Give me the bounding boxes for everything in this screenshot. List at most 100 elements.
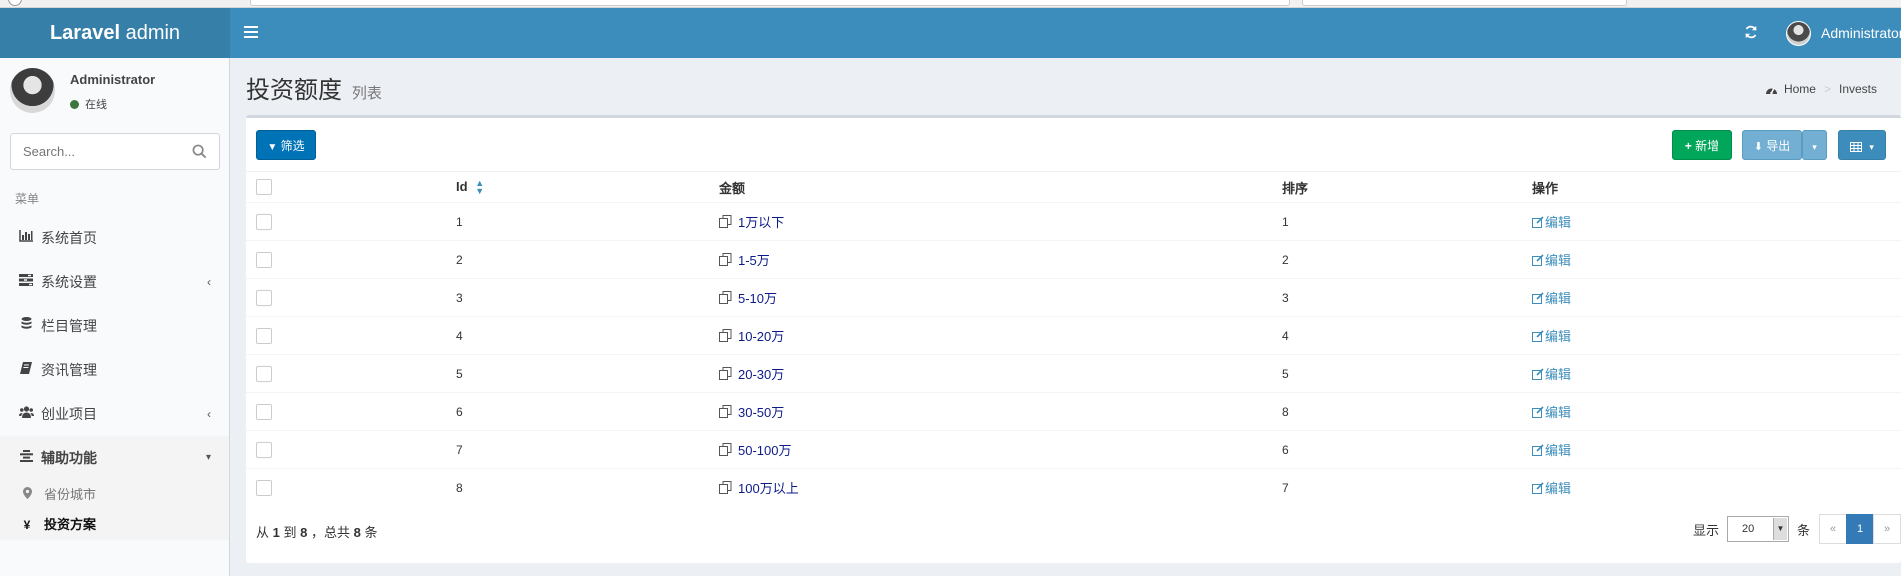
bar-chart-icon: [18, 216, 34, 260]
sidebar-toggle-icon[interactable]: [240, 23, 262, 43]
select-all-checkbox[interactable]: [256, 179, 272, 196]
row-checkbox[interactable]: [256, 327, 272, 344]
export-button[interactable]: ⬇ 导出: [1742, 130, 1802, 160]
edit-link[interactable]: 编辑: [1532, 478, 1571, 497]
table-icon: [1850, 141, 1863, 152]
cell-amount: 20-30万: [719, 354, 1282, 393]
amount-link[interactable]: 20-30万: [719, 364, 784, 383]
cell-id: 1: [456, 202, 719, 241]
amount-link[interactable]: 1万以下: [719, 212, 784, 231]
refresh-icon[interactable]: [1744, 25, 1760, 41]
cell-id: 8: [456, 468, 719, 507]
menu-header: 菜单: [15, 192, 40, 206]
cell-action: 编辑: [1532, 240, 1901, 279]
user-menu[interactable]: Administrator: [1786, 8, 1901, 58]
align-center-icon: [18, 436, 34, 480]
edit-link[interactable]: 编辑: [1532, 288, 1571, 307]
amount-label: 5-10万: [738, 291, 778, 306]
sidebar-item-tools[interactable]: 辅助功能 ▾: [0, 436, 229, 480]
edit-link[interactable]: 编辑: [1532, 212, 1571, 231]
avatar: [1786, 20, 1811, 46]
amount-label: 100万以上: [738, 481, 799, 497]
export-dropdown-button[interactable]: ▾: [1802, 130, 1827, 160]
browser-button[interactable]: [8, 0, 22, 6]
page-button[interactable]: 1: [1846, 514, 1874, 544]
cell-sort: 7: [1282, 468, 1532, 507]
users-icon: [18, 392, 34, 436]
filter-icon: ▼: [267, 142, 278, 153]
yen-icon: ¥: [23, 518, 31, 532]
address-bar[interactable]: [250, 0, 1290, 6]
row-checkbox[interactable]: [256, 479, 272, 496]
sidebar-item-dashboard[interactable]: 系统首页: [0, 216, 229, 260]
edit-link[interactable]: 编辑: [1532, 250, 1571, 269]
row-checkbox[interactable]: [256, 251, 272, 268]
prev-page-button[interactable]: «: [1819, 514, 1847, 544]
amount-label: 1万以下: [738, 215, 785, 230]
per-page-unit: 条: [1796, 522, 1810, 538]
online-status: 在线: [70, 96, 107, 112]
copy-icon: [719, 329, 732, 342]
filter-button[interactable]: ▼ 筛选: [256, 130, 316, 160]
row-checkbox[interactable]: [256, 213, 272, 230]
amount-link[interactable]: 10-20万: [719, 326, 784, 345]
sort-icon[interactable]: ▲ ▼: [475, 179, 484, 196]
edit-label: 编辑: [1545, 215, 1572, 230]
logo[interactable]: Laravel admin: [0, 8, 230, 58]
cell-amount: 100万以上: [719, 468, 1282, 507]
sidebar-item-columns[interactable]: 栏目管理: [0, 304, 229, 348]
row-checkbox[interactable]: [256, 403, 272, 420]
edit-link[interactable]: 编辑: [1532, 402, 1571, 421]
amount-link[interactable]: 100万以上: [719, 478, 799, 497]
edit-link[interactable]: 编辑: [1532, 326, 1571, 345]
cell-action: 编辑: [1532, 316, 1901, 355]
edit-icon: [1532, 215, 1544, 228]
row-checkbox[interactable]: [256, 441, 272, 458]
copy-icon: [719, 405, 732, 418]
sidebar-user-name: Administrator: [70, 72, 156, 87]
sidebar-subitem-invest-plans[interactable]: ¥ 投资方案: [0, 510, 229, 540]
breadcrumb-home[interactable]: Home: [1784, 82, 1816, 96]
breadcrumb: Home > Invests: [1765, 82, 1877, 96]
amount-link[interactable]: 1-5万: [719, 250, 770, 269]
columns-button[interactable]: ▾: [1838, 130, 1886, 160]
per-page-select[interactable]: 20 ▼: [1726, 516, 1789, 542]
row-checkbox[interactable]: [256, 289, 272, 306]
cell-id: 2: [456, 240, 719, 279]
sidebar-item-news[interactable]: 资讯管理: [0, 348, 229, 392]
cell-amount: 1万以下: [719, 202, 1282, 241]
amount-link[interactable]: 50-100万: [719, 440, 791, 459]
cell-sort: 3: [1282, 278, 1532, 317]
edit-link[interactable]: 编辑: [1532, 364, 1571, 383]
database-icon: [18, 304, 34, 348]
new-button[interactable]: + 新增: [1672, 130, 1732, 160]
search-icon[interactable]: [192, 144, 207, 159]
amount-link[interactable]: 30-50万: [719, 402, 784, 421]
summary-text: 到: [283, 525, 297, 540]
grid-box: ▼ 筛选 + 新增 ⬇ 导出 ▾ ▾ Id ▲ ▼ 金额 排序 操作 1 1万以…: [246, 115, 1901, 563]
user-panel: Administrator 在线: [0, 58, 229, 128]
amount-link[interactable]: 5-10万: [719, 288, 777, 307]
map-marker-icon: [20, 480, 34, 510]
edit-icon: [1532, 329, 1544, 342]
summary-total: 8: [353, 525, 361, 540]
search-input[interactable]: [11, 134, 181, 169]
next-page-button[interactable]: »: [1873, 514, 1901, 544]
cell-sort: 6: [1282, 430, 1532, 469]
row-checkbox[interactable]: [256, 365, 272, 382]
column-header-id[interactable]: Id ▲ ▼: [456, 171, 719, 203]
sidebar-item-settings[interactable]: 系统设置 ‹: [0, 260, 229, 304]
edit-icon: [1532, 482, 1544, 494]
sidebar-item-label: 系统设置: [41, 274, 97, 290]
table-row: 2 1-5万 2 编辑: [246, 240, 1901, 279]
sidebar-item-projects[interactable]: 创业项目 ‹: [0, 392, 229, 436]
status-label: 在线: [85, 99, 107, 111]
export-label: 导出: [1766, 139, 1791, 153]
table-row: 4 10-20万 4 编辑: [246, 316, 1901, 355]
edit-icon: [1532, 443, 1544, 456]
download-icon: ⬇: [1753, 141, 1763, 153]
copy-icon: [719, 253, 732, 266]
edit-link[interactable]: 编辑: [1532, 440, 1571, 459]
browser-search-bar[interactable]: [1302, 0, 1627, 6]
sidebar-subitem-provinces[interactable]: 省份城市: [0, 480, 229, 510]
